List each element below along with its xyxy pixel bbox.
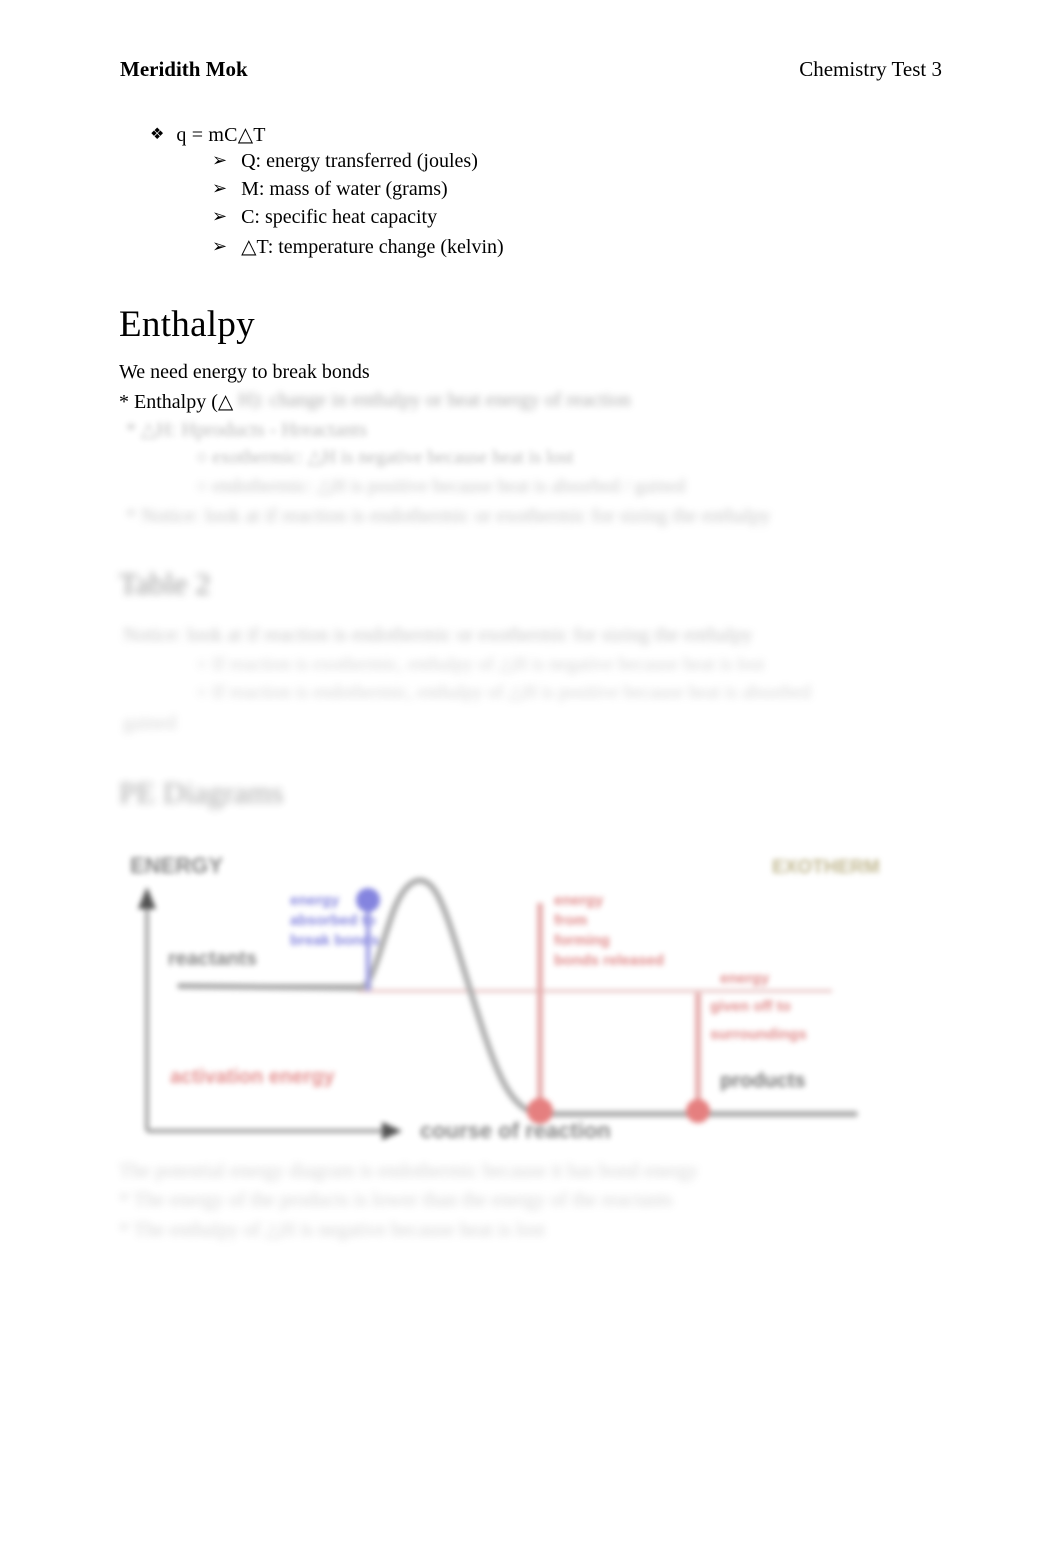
activation-energy-label: activation energy <box>170 1066 335 1088</box>
definition-label: △T: temperature change (kelvin) <box>241 236 504 258</box>
blurred-line: * The enthalpy of △H is negative because… <box>119 1219 546 1241</box>
blurred-line: Notice: look at if reaction is endotherm… <box>123 624 753 646</box>
blurred-line: ○ exothermic: △H is negative because hea… <box>196 447 574 468</box>
bond-energy-arrow-left <box>527 903 553 1124</box>
definition-label: C: specific heat capacity <box>241 206 438 228</box>
svg-text:from: from <box>554 912 587 929</box>
svg-text:bonds released: bonds released <box>554 952 664 969</box>
svg-text:surroundings: surroundings <box>710 1026 807 1043</box>
x-axis-label-course: course of reaction <box>420 1118 611 1143</box>
svg-text:energy: energy <box>554 892 604 909</box>
formula-bullet-list: ❖ q = mC△T ➢ Q: energy transferred (joul… <box>150 122 504 264</box>
blurred-line: H): change in enthalpy or heat energy of… <box>238 389 631 411</box>
svg-text:break bonds: break bonds <box>290 932 379 949</box>
red-annotation-2: energy given off to surroundings <box>710 970 807 1043</box>
blurred-line: The potential energy diagram is endother… <box>119 1160 699 1182</box>
paragraph-break-bonds: We need energy to break bonds <box>119 361 370 383</box>
definition-label: Q: energy transferred (joules) <box>241 150 478 172</box>
arrow-bullet-icon: ➢ <box>212 150 228 171</box>
blurred-line: gained <box>123 712 177 734</box>
exothermic-corner-label: EXOTHERMIC <box>772 857 880 878</box>
svg-text:absorbed to: absorbed to <box>290 912 376 929</box>
list-item: ➢ C: specific heat capacity <box>212 206 504 229</box>
blurred-line: * The energy of the products is lower th… <box>119 1189 673 1211</box>
y-axis-label-energy: ENERGY <box>130 853 223 878</box>
blurred-line: * Notice: look at if reaction is endothe… <box>126 505 771 527</box>
svg-text:energy: energy <box>290 892 340 909</box>
definition-label: M: mass of water (grams) <box>241 178 448 200</box>
student-name: Meridith Mok <box>120 57 248 81</box>
arrow-bullet-icon: ➢ <box>212 178 228 199</box>
arrow-bullet-icon: ➢ <box>212 206 228 227</box>
x-axis <box>147 1122 402 1140</box>
heading-pe-diagrams: PE Diagrams <box>119 775 284 810</box>
energy-released-arrow-right <box>686 993 710 1123</box>
svg-text:energy: energy <box>720 970 770 987</box>
document-page: Meridith Mok Chemistry Test 3 ❖ q = mC△T… <box>0 0 1062 1556</box>
arrow-bullet-icon: ➢ <box>212 236 228 257</box>
document-header: Meridith Mok Chemistry Test 3 <box>120 57 942 82</box>
list-item: ➢ M: mass of water (grams) <box>212 178 504 201</box>
document-title: Chemistry Test 3 <box>799 57 942 81</box>
list-item: ➢ △T: temperature change (kelvin) <box>212 234 504 259</box>
potential-energy-diagram: ENERGY reactants products course of reac… <box>120 843 880 1155</box>
formula-definitions-list: ➢ Q: energy transferred (joules) ➢ M: ma… <box>212 150 504 259</box>
formula-text: q = mC△T <box>176 124 266 146</box>
reactants-label: reactants <box>168 948 257 970</box>
blurred-line: ○ If reaction is endothermic, enthalpy o… <box>196 682 811 703</box>
list-item-formula: ❖ q = mC△T <box>150 122 504 147</box>
paragraph-enthalpy-definition: * Enthalpy (△ <box>119 391 234 413</box>
heading-table-2: Table 2 <box>119 566 211 601</box>
list-item: ➢ Q: energy transferred (joules) <box>212 150 504 173</box>
red-annotation-1: energy from forming bonds released <box>554 892 664 969</box>
svg-text:forming: forming <box>554 932 610 949</box>
diamond-bullet-icon: ❖ <box>150 126 165 143</box>
blurred-line: * △H: Hproducts - Hreactants <box>126 419 367 441</box>
blurred-line: ○ endothermic: △H is positive because he… <box>196 476 686 497</box>
heading-enthalpy: Enthalpy <box>119 304 255 345</box>
y-axis <box>138 887 156 1131</box>
svg-text:given off to: given off to <box>710 998 791 1015</box>
products-label: products <box>720 1070 806 1092</box>
blurred-line: ○ If reaction is exothermic, enthalpy of… <box>196 654 765 675</box>
